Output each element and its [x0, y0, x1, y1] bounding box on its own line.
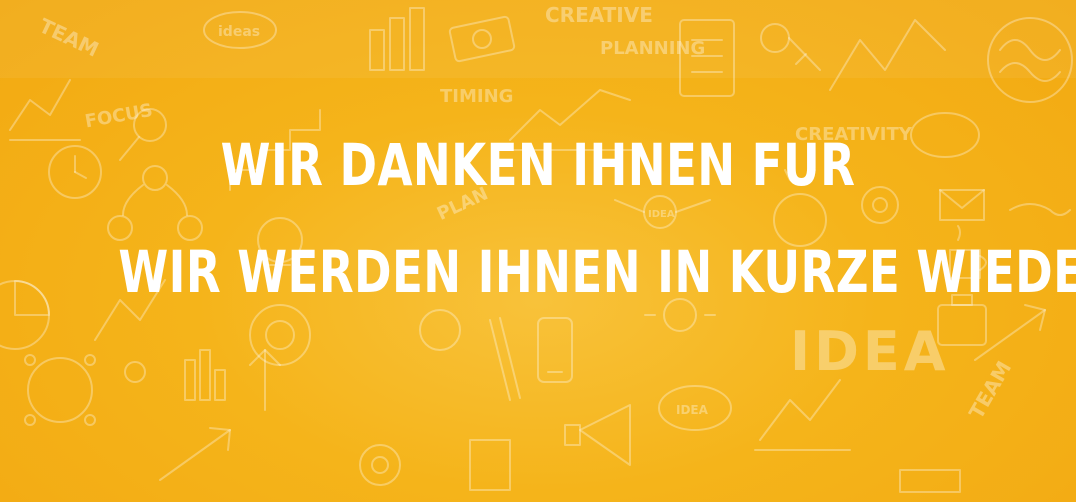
- handshake-icon: [1009, 203, 1071, 216]
- key-icon: [760, 23, 821, 71]
- clock-icon: [48, 145, 102, 199]
- doodle-word-idea: IDEA: [790, 320, 950, 383]
- location-icon: [124, 361, 146, 383]
- document-icon: [469, 439, 511, 491]
- ideas-bubble-icon: ideas: [203, 11, 277, 49]
- doodle-word-timing: TIMING: [440, 86, 513, 107]
- svg-text:IDEA: IDEA: [676, 403, 709, 417]
- idea-cloud-icon: IDEA: [658, 385, 732, 431]
- pie-chart-icon: [0, 280, 50, 350]
- headline-line-1: WIR DANKEN IHNEN FUR: [220, 131, 856, 199]
- headline-line-2: WIR WERDEN IHNEN IN KURZE WIEDER: [118, 238, 1076, 306]
- pencil-icon: [489, 317, 521, 401]
- doodle-word-team: TEAM: [36, 13, 103, 61]
- people-network-icon: [24, 354, 96, 426]
- svg-text:IDEA: IDEA: [648, 209, 675, 220]
- bar-chart-icon: [369, 7, 425, 71]
- doodle-word-planning: PLANNING: [600, 38, 705, 59]
- svg-text:ideas: ideas: [218, 24, 260, 40]
- gear-icon: [359, 444, 401, 486]
- bars-icon: [184, 349, 226, 401]
- line-chart-icon: [9, 79, 81, 141]
- money-icon: [448, 15, 516, 63]
- phone-icon: [537, 317, 573, 383]
- brain-icon: [987, 17, 1073, 103]
- diagonal-arrow-icon: [159, 427, 231, 481]
- hero-banner: TEAM ideas CREATIVE PLANNING FOCUS TIMIN…: [0, 0, 1076, 502]
- growth-chart-icon: [754, 379, 851, 451]
- doodle-word-team-right: TEAM: [964, 357, 1016, 423]
- chess-icon: [899, 469, 961, 493]
- megaphone-icon: [564, 404, 631, 466]
- alarm-clock-icon: [419, 309, 461, 351]
- doodle-word-creative: CREATIVE: [545, 3, 653, 27]
- up-arrow-icon: [249, 349, 281, 411]
- mountain-chart-icon: [829, 19, 946, 91]
